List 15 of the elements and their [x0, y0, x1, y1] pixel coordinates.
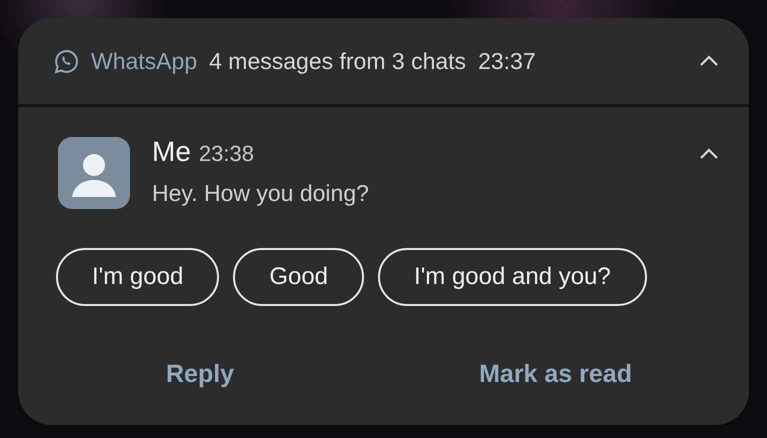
notification-time: 23:37 — [478, 46, 536, 76]
smart-reply-chip[interactable]: I'm good — [56, 248, 220, 306]
smart-reply-chip[interactable]: Good — [233, 248, 364, 306]
action-button[interactable]: Reply — [166, 356, 234, 393]
app-name: WhatsApp — [91, 46, 198, 76]
message-text: Hey. How you doing? — [152, 179, 370, 208]
message-time: 23:38 — [198, 140, 254, 168]
collapse-chevron-icon[interactable] — [699, 55, 719, 67]
notification-summary: 4 messages from 3 chats — [209, 46, 466, 76]
avatar-icon — [58, 137, 130, 209]
sender-name: Me — [152, 137, 191, 168]
collapse-chevron-icon[interactable] — [699, 148, 719, 160]
smart-reply-chip[interactable]: I'm good and you? — [378, 248, 647, 306]
chat-bubble-icon — [54, 48, 79, 74]
action-button[interactable]: Mark as read — [479, 356, 632, 393]
